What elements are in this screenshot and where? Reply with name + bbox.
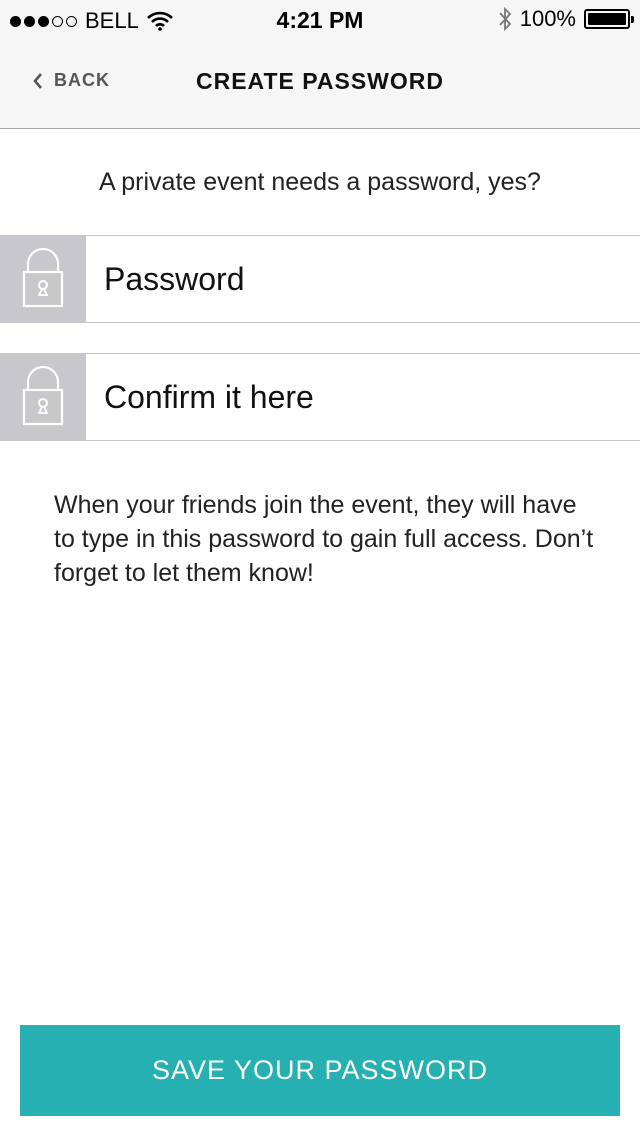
lock-icon-tile (0, 236, 86, 322)
password-input[interactable] (104, 236, 624, 322)
save-password-button[interactable]: SAVE YOUR PASSWORD (20, 1025, 620, 1116)
info-text: When your friends join the event, they w… (54, 491, 594, 587)
battery-icon (584, 9, 634, 29)
navigation-bar: BACK CREATE PASSWORD (0, 40, 640, 129)
confirm-password-input[interactable] (104, 354, 624, 440)
status-right: 100% (498, 6, 634, 32)
confirm-password-row (0, 353, 640, 441)
status-bar: BELL 4:21 PM 100% (0, 0, 640, 40)
lock-icon-tile (0, 354, 86, 440)
page-title: CREATE PASSWORD (196, 68, 444, 94)
password-row (0, 235, 640, 323)
battery-fill (588, 13, 626, 25)
bluetooth-icon (499, 6, 511, 32)
battery-percent: 100% (519, 6, 576, 31)
lock-icon (22, 248, 64, 308)
lock-icon (22, 366, 64, 426)
intro-text: A private event needs a password, yes? (99, 168, 541, 196)
